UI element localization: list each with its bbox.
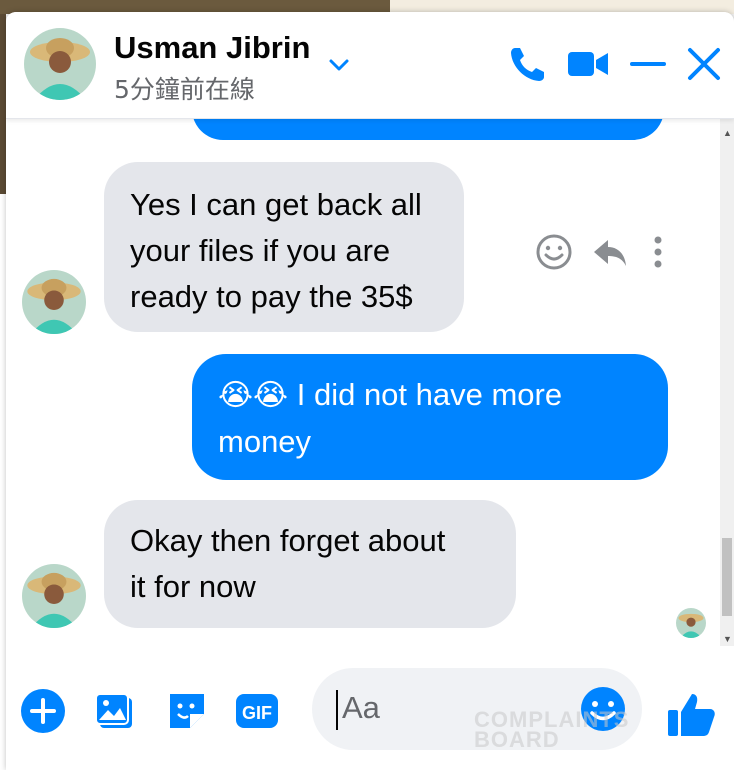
- minimize-icon[interactable]: [626, 42, 670, 86]
- message-actions: [534, 232, 674, 276]
- contact-avatar[interactable]: [24, 28, 96, 100]
- watermark-line: BOARD: [474, 727, 560, 752]
- text-caret: [336, 690, 338, 730]
- photo-icon[interactable]: [94, 688, 140, 734]
- contact-name[interactable]: Usman Jibrin: [114, 30, 310, 66]
- scroll-up-arrow-icon[interactable]: ▲: [723, 128, 732, 138]
- message-line: I did not have more: [296, 377, 563, 412]
- sticker-icon[interactable]: [164, 688, 210, 734]
- close-icon[interactable]: [682, 42, 726, 86]
- chat-window: Usman Jibrin 5分鐘前在線 Yes I can get back a…: [6, 12, 734, 770]
- message-bubble-outgoing[interactable]: [192, 118, 664, 140]
- gif-label: GIF: [242, 703, 272, 723]
- message-line: ready to pay the 35$: [130, 279, 413, 314]
- chat-header: Usman Jibrin 5分鐘前在線: [6, 12, 734, 119]
- message-line: it for now: [130, 569, 256, 604]
- message-bubble-outgoing[interactable]: 😭😭 I did not have more money: [192, 354, 668, 480]
- contact-status: 5分鐘前在線: [114, 75, 255, 104]
- reply-icon[interactable]: [590, 232, 630, 277]
- message-input-placeholder: Aa: [342, 690, 380, 725]
- message-line: Yes I can get back all: [130, 187, 422, 222]
- add-icon[interactable]: [20, 688, 66, 734]
- message-bubble-incoming[interactable]: Yes I can get back all your files if you…: [104, 162, 464, 332]
- sender-avatar: [22, 564, 86, 628]
- scrollbar-thumb[interactable]: [722, 538, 732, 616]
- scroll-down-arrow-icon[interactable]: ▼: [723, 634, 732, 644]
- message-first-line: 😭😭 I did not have more: [218, 372, 642, 419]
- message-list[interactable]: Yes I can get back all your files if you…: [6, 118, 720, 648]
- like-icon[interactable]: [666, 688, 718, 740]
- message-bubble-incoming[interactable]: Okay then forget about it for now: [104, 500, 516, 628]
- crying-emoji: 😭😭: [218, 378, 289, 413]
- message-line: money: [218, 424, 312, 459]
- sender-avatar: [22, 270, 86, 334]
- watermark: COMPLAINTS BOARD: [474, 709, 629, 752]
- seen-indicator-avatar: [676, 608, 706, 638]
- react-icon[interactable]: [534, 232, 574, 277]
- more-icon[interactable]: [646, 232, 670, 277]
- video-call-icon[interactable]: [566, 42, 610, 86]
- message-line: your files if you are: [130, 233, 391, 268]
- gif-button[interactable]: GIF: [234, 688, 280, 734]
- phone-icon[interactable]: [506, 42, 550, 86]
- message-line: Okay then forget about: [130, 523, 446, 558]
- composer: GIF Aa COMPLAINTS BOARD: [6, 648, 734, 770]
- chevron-down-icon[interactable]: [324, 50, 354, 80]
- scrollbar[interactable]: ▲ ▼: [720, 118, 734, 646]
